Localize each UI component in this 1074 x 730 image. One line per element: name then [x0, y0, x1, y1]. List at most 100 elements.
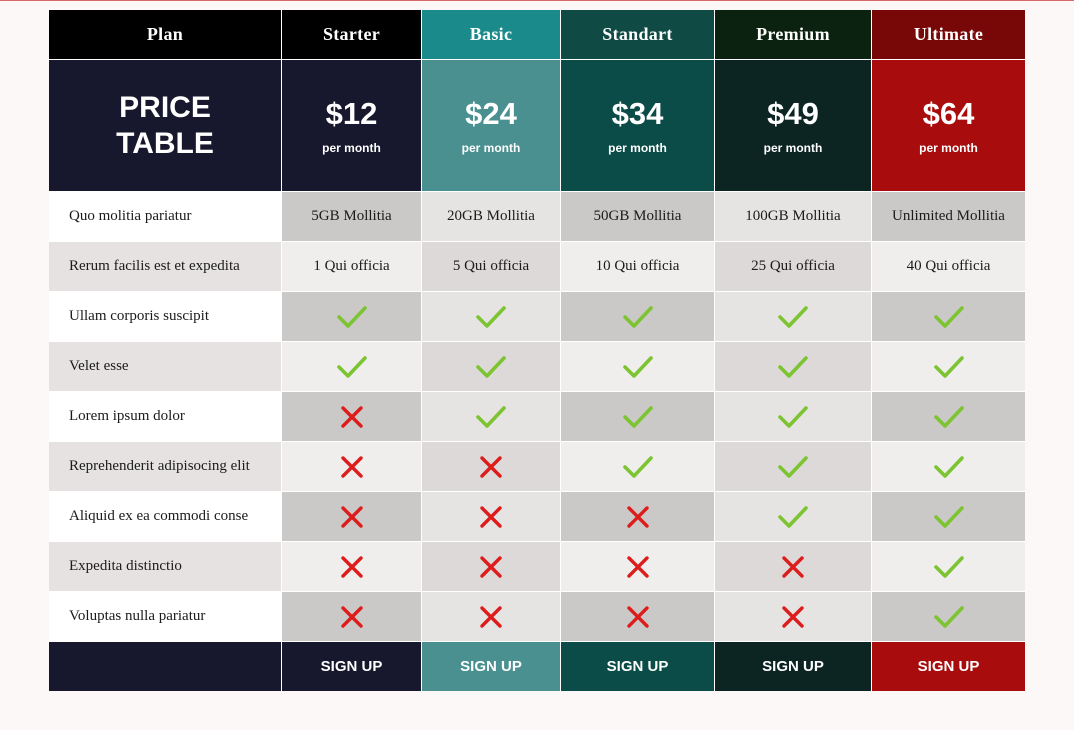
feature-value	[422, 392, 561, 442]
feature-value: 50GB Mollitia	[561, 192, 715, 242]
check-icon	[336, 355, 367, 379]
feature-value: 1 Qui officia	[282, 242, 422, 292]
price-amount: $49	[767, 95, 819, 131]
price-table: Plan Starter Basic Standart Premium Ultimate P…	[49, 10, 1025, 691]
feature-value	[872, 592, 1025, 642]
feature-value	[282, 592, 422, 642]
feature-label: Quo molitia pariatur	[49, 192, 282, 242]
cross-icon	[480, 605, 502, 628]
price-period: per month	[461, 140, 521, 155]
feature-value	[872, 292, 1025, 342]
check-icon	[476, 355, 506, 379]
feature-label: Rerum facilis est et expedita	[49, 242, 282, 292]
check-icon	[622, 355, 653, 379]
price-period: per month	[608, 140, 667, 155]
feature-value	[561, 292, 715, 342]
feature-value	[422, 442, 561, 492]
plan-column-header: Plan	[49, 10, 282, 60]
feature-value	[715, 592, 872, 642]
check-icon	[933, 555, 964, 579]
check-icon	[933, 305, 964, 329]
check-icon	[933, 405, 964, 429]
feature-value	[561, 492, 715, 542]
feature-value: 20GB Mollitia	[422, 192, 561, 242]
feature-value	[422, 542, 561, 592]
sign-up-button-premium[interactable]: SIGN UP	[715, 642, 872, 691]
cross-icon	[340, 605, 363, 628]
cross-icon	[480, 555, 502, 578]
feature-value	[422, 592, 561, 642]
sign-up-button-ultimate[interactable]: SIGN UP	[872, 642, 1025, 691]
sign-up-button-standart[interactable]: SIGN UP	[561, 642, 715, 691]
price-amount: $24	[465, 95, 517, 131]
cross-icon	[782, 605, 804, 628]
sign-up-button-starter[interactable]: SIGN UP	[282, 642, 422, 691]
price-amount: $12	[325, 95, 378, 131]
feature-value	[561, 442, 715, 492]
cross-icon	[340, 405, 363, 428]
feature-value	[872, 542, 1025, 592]
feature-value: 5GB Mollitia	[282, 192, 422, 242]
feature-value	[872, 342, 1025, 392]
check-icon	[933, 505, 964, 529]
price-amount: $34	[611, 95, 664, 131]
feature-value	[561, 342, 715, 392]
plan-name-premium: Premium	[715, 10, 872, 60]
feature-value: 5 Qui officia	[422, 242, 561, 292]
feature-value: 100GB Mollitia	[715, 192, 872, 242]
feature-value: Unlimited Mollitia	[872, 192, 1025, 242]
cross-icon	[626, 555, 649, 578]
check-icon	[778, 355, 808, 379]
feature-value	[282, 392, 422, 442]
feature-value	[422, 342, 561, 392]
feature-label: Reprehenderit adipisocing elit	[49, 442, 282, 492]
feature-value	[561, 542, 715, 592]
feature-value	[282, 492, 422, 542]
feature-label: Voluptas nulla pariatur	[49, 592, 282, 642]
feature-value	[872, 492, 1025, 542]
plan-name-starter: Starter	[282, 10, 422, 60]
price-period: per month	[919, 140, 978, 155]
price-amount: $64	[922, 95, 975, 131]
feature-value: 25 Qui officia	[715, 242, 872, 292]
feature-value	[282, 542, 422, 592]
feature-value	[422, 492, 561, 542]
plan-name-basic: Basic	[422, 10, 561, 60]
feature-value	[282, 442, 422, 492]
feature-value	[282, 342, 422, 392]
plan-name-ultimate: Ultimate	[872, 10, 1025, 60]
feature-label: Aliquid ex ea commodi conse	[49, 492, 282, 542]
feature-value	[715, 442, 872, 492]
check-icon	[778, 305, 808, 329]
check-icon	[933, 605, 964, 629]
check-icon	[336, 305, 367, 329]
price-period: per month	[763, 140, 823, 155]
feature-value	[715, 342, 872, 392]
check-icon	[933, 455, 964, 479]
top-accent-line	[0, 0, 1074, 1]
feature-label: Velet esse	[49, 342, 282, 392]
check-icon	[622, 305, 653, 329]
price-cell-premium: $49 per month	[715, 60, 872, 192]
feature-value	[422, 292, 561, 342]
footer-spacer	[49, 642, 282, 691]
cross-icon	[626, 505, 649, 528]
cross-icon	[340, 455, 363, 478]
feature-value	[715, 542, 872, 592]
feature-label: Lorem ipsum dolor	[49, 392, 282, 442]
price-period: per month	[322, 140, 381, 155]
sign-up-button-basic[interactable]: SIGN UP	[422, 642, 561, 691]
feature-value	[715, 292, 872, 342]
feature-value	[872, 392, 1025, 442]
price-cell-starter: $12 per month	[282, 60, 422, 192]
feature-label: Ullam corporis suscipit	[49, 292, 282, 342]
price-cell-basic: $24 per month	[422, 60, 561, 192]
cross-icon	[480, 505, 502, 528]
check-icon	[622, 455, 653, 479]
feature-value	[715, 492, 872, 542]
check-icon	[778, 455, 808, 479]
feature-label: Expedita distinctio	[49, 542, 282, 592]
check-icon	[622, 405, 653, 429]
price-table-title: PRICE TABLE	[49, 60, 282, 192]
feature-value: 40 Qui officia	[872, 242, 1025, 292]
